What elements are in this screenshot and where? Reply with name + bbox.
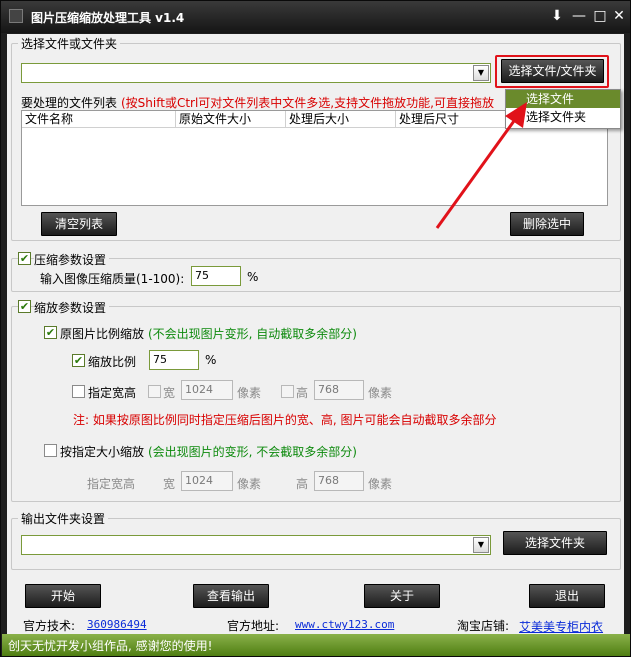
fixed-size-checkbox[interactable]	[72, 385, 85, 398]
size-label: 指定宽高	[87, 477, 136, 491]
fixed-width-label: 宽	[163, 386, 176, 400]
status-bar: 创天无忧开发小组作品, 感谢您的使用!	[2, 634, 630, 656]
scale-label: 缩放参数设置	[34, 299, 110, 316]
size-height-input[interactable]: 768	[314, 471, 364, 491]
by-size-checkbox[interactable]	[44, 444, 57, 457]
arrow-head	[505, 102, 527, 128]
file-list-label: 要处理的文件列表	[21, 96, 118, 110]
ratio-unit: %	[205, 353, 217, 367]
output-path-combo[interactable]: ▼	[21, 535, 491, 555]
select-output-folder-button[interactable]: 选择文件夹	[503, 531, 607, 555]
quality-unit: %	[247, 270, 259, 284]
select-file-folder-button[interactable]: 选择文件/文件夹	[501, 59, 604, 83]
exit-button[interactable]: 退出	[529, 584, 605, 608]
start-button[interactable]: 开始	[25, 584, 101, 608]
title-bar[interactable]: 图片压缩缩放处理工具 v1.4 ⬇ — □ ✕	[1, 1, 630, 33]
size-height-label: 高	[296, 477, 309, 491]
by-size-note: (会出现图片的变形, 不会截取多余部分)	[148, 445, 357, 459]
view-output-button[interactable]: 查看输出	[193, 584, 269, 608]
col-file-name[interactable]: 文件名称	[22, 111, 176, 128]
arrow-shaft	[435, 113, 521, 229]
fixed-height-checkbox[interactable]	[281, 385, 294, 398]
shop-link[interactable]: 艾美美专柜内衣	[519, 618, 603, 635]
path-combo[interactable]: ▼	[21, 63, 491, 83]
fixed-width-checkbox[interactable]	[148, 385, 161, 398]
compress-label: 压缩参数设置	[34, 251, 110, 268]
chevron-down-icon[interactable]: ▼	[473, 65, 489, 81]
size-width-px: 像素	[237, 477, 262, 491]
file-select-label: 选择文件或文件夹	[18, 35, 121, 52]
tech-link[interactable]: 360986494	[87, 618, 147, 631]
keep-ratio-note: (不会出现图片变形, 自动截取多余部分)	[148, 327, 357, 341]
by-size-label: 按指定大小缩放	[60, 445, 145, 459]
size-width-input[interactable]: 1024	[181, 471, 233, 491]
pointer-arrow	[435, 102, 527, 229]
tech-label: 官方技术:	[23, 619, 76, 633]
output-label: 输出文件夹设置	[18, 510, 109, 527]
download-icon[interactable]: ⬇	[547, 7, 567, 25]
fixed-width-input[interactable]: 1024	[181, 380, 233, 400]
chevron-down-icon[interactable]: ▼	[473, 537, 489, 553]
col-original-size[interactable]: 原始文件大小	[176, 111, 286, 128]
fixed-width-px: 像素	[237, 386, 262, 400]
about-button[interactable]: 关于	[364, 584, 440, 608]
minimize-button[interactable]: —	[569, 7, 589, 25]
close-button[interactable]: ✕	[609, 7, 629, 25]
fixed-height-px: 像素	[368, 386, 393, 400]
crop-warning: 注: 如果按原图比例同时指定压缩后图片的宽、高, 图片可能会自动截取多余部分	[73, 413, 497, 427]
size-width-label: 宽	[163, 477, 176, 491]
col-processed-size[interactable]: 处理后大小	[286, 111, 396, 128]
size-height-px: 像素	[368, 477, 393, 491]
shop-label: 淘宝店铺:	[457, 619, 510, 633]
app-icon	[9, 9, 23, 23]
maximize-button[interactable]: □	[590, 7, 610, 25]
status-text: 创天无忧开发小组作品, 感谢您的使用!	[8, 639, 213, 653]
quality-label: 输入图像压缩质量(1-100):	[40, 272, 185, 286]
fixed-height-input[interactable]: 768	[314, 380, 364, 400]
window-title: 图片压缩缩放处理工具 v1.4	[31, 11, 185, 25]
fixed-size-label: 指定宽高	[88, 386, 137, 400]
compress-checkbox[interactable]: ✔	[18, 252, 31, 265]
site-label: 官方地址:	[227, 619, 280, 633]
app-window: 图片压缩缩放处理工具 v1.4 ⬇ — □ ✕ 选择文件或文件夹 ▼ 选择文件/…	[0, 0, 631, 657]
quality-input[interactable]: 75	[191, 266, 241, 286]
clear-list-button[interactable]: 清空列表	[41, 212, 117, 236]
ratio-input[interactable]: 75	[149, 350, 199, 370]
keep-ratio-label: 原图片比例缩放	[60, 327, 145, 341]
client-area: 选择文件或文件夹 ▼ 选择文件/文件夹 要处理的文件列表 (按Shift或Ctr…	[7, 34, 624, 634]
fixed-height-label: 高	[296, 386, 309, 400]
ratio-label: 缩放比例	[88, 355, 137, 369]
ratio-checkbox[interactable]: ✔	[72, 354, 85, 367]
keep-ratio-checkbox[interactable]: ✔	[44, 326, 57, 339]
scale-checkbox[interactable]: ✔	[18, 300, 31, 313]
site-link[interactable]: www.ctwy123.com	[295, 618, 394, 631]
